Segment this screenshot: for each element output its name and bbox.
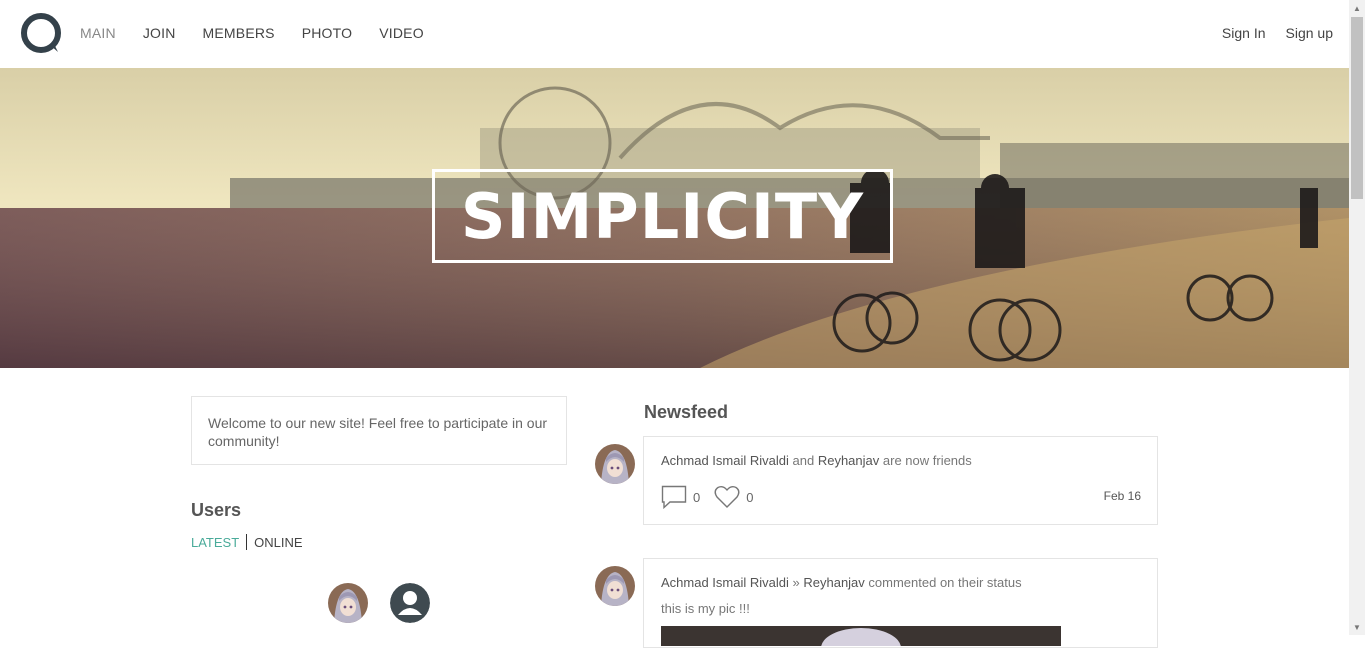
sign-in-link[interactable]: Sign In	[1222, 25, 1266, 41]
feed-target-link[interactable]: Reyhanjav	[803, 575, 864, 590]
newsfeed-heading: Newsfeed	[644, 402, 729, 422]
feed-actions: 0 0	[661, 485, 767, 509]
scroll-thumb[interactable]	[1351, 17, 1363, 199]
user-avatar-default[interactable]	[390, 583, 430, 623]
comment-icon[interactable]	[661, 485, 687, 509]
feed-status-body: this is my pic !!!	[661, 601, 750, 616]
feed-action-text: commented on their status	[868, 575, 1022, 590]
feed-actor-link[interactable]: Achmad Ismail Rivaldi	[661, 453, 789, 468]
tab-divider	[246, 534, 248, 550]
page-scrollbar[interactable]: ▲ ▼	[1349, 0, 1365, 635]
feed-joiner: and	[792, 453, 815, 468]
nav-join[interactable]: JOIN	[143, 25, 176, 41]
sign-up-link[interactable]: Sign up	[1286, 25, 1333, 41]
feed-avatar[interactable]	[595, 444, 635, 484]
heart-icon[interactable]	[714, 485, 740, 509]
scroll-up-arrow-icon[interactable]: ▲	[1349, 0, 1365, 16]
feed-avatar[interactable]	[595, 566, 635, 606]
like-count: 0	[746, 489, 754, 505]
users-tabs: LATEST ONLINE	[191, 534, 303, 550]
feed-item: Achmad Ismail Rivaldi and Reyhanjav are …	[643, 436, 1158, 525]
nav-members[interactable]: MEMBERS	[203, 25, 275, 41]
user-avatar-achmad[interactable]	[328, 583, 368, 623]
photo-image	[661, 626, 1061, 646]
feed-photo[interactable]	[661, 626, 1061, 646]
feed-item-text: Achmad Ismail Rivaldi and Reyhanjav are …	[661, 453, 972, 468]
welcome-message: Welcome to our new site! Feel free to pa…	[191, 396, 567, 465]
user-silhouette-icon	[390, 583, 430, 623]
anime-avatar-icon	[595, 566, 635, 606]
nav-video[interactable]: VIDEO	[379, 25, 424, 41]
tab-online[interactable]: ONLINE	[254, 535, 302, 550]
anime-avatar-icon	[328, 583, 368, 623]
nav-photo[interactable]: PHOTO	[302, 25, 353, 41]
feed-item-text: Achmad Ismail Rivaldi » Reyhanjav commen…	[661, 575, 1022, 590]
hero-title: SIMPLICITY	[432, 169, 893, 263]
comment-count: 0	[693, 489, 701, 505]
feed-action-text: are now friends	[882, 453, 972, 468]
feed-joiner: »	[792, 575, 800, 590]
feed-actor-link[interactable]: Achmad Ismail Rivaldi	[661, 575, 789, 590]
auth-links: Sign In Sign up	[1202, 0, 1333, 66]
scroll-down-arrow-icon[interactable]: ▼	[1349, 619, 1365, 635]
hero-banner: SIMPLICITY	[0, 68, 1349, 368]
site-logo-icon[interactable]	[20, 12, 62, 54]
tab-latest[interactable]: LATEST	[191, 535, 239, 550]
nav-main[interactable]: MAIN	[80, 25, 116, 41]
users-heading: Users	[191, 500, 242, 520]
top-navbar: MAIN JOIN MEMBERS PHOTO VIDEO Sign In Si…	[0, 0, 1349, 68]
feed-target-link[interactable]: Reyhanjav	[818, 453, 879, 468]
main-nav: MAIN JOIN MEMBERS PHOTO VIDEO	[80, 0, 451, 66]
feed-date: Feb 16	[1103, 489, 1141, 503]
anime-avatar-icon	[595, 444, 635, 484]
